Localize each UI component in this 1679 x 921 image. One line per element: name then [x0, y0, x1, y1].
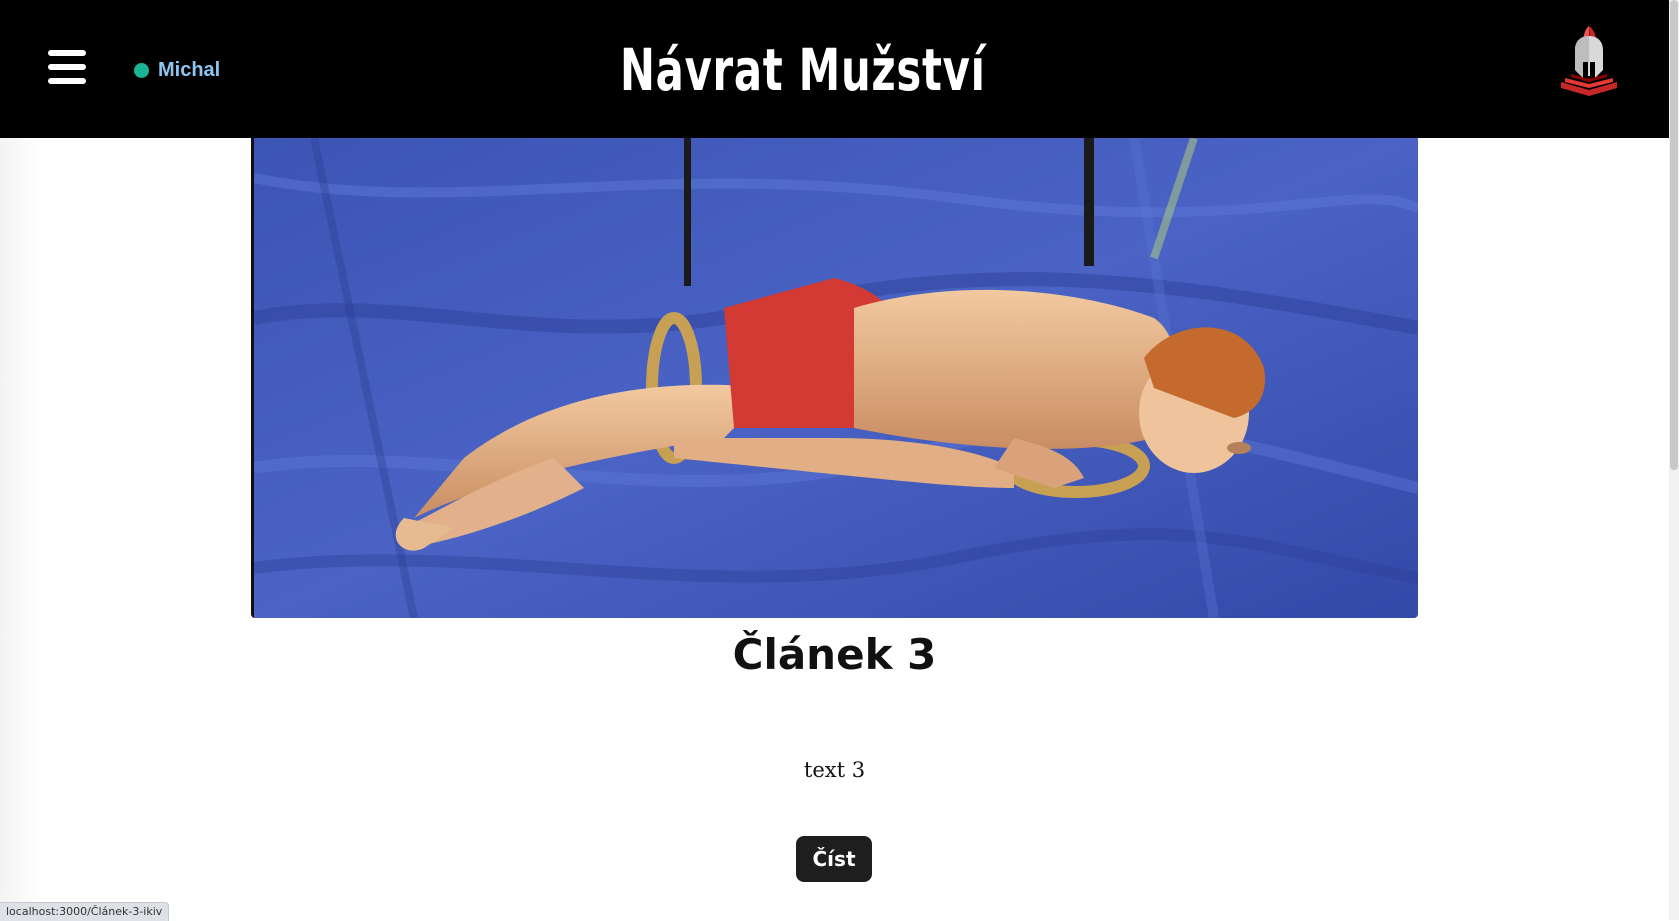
browser-status-url: localhost:3000/Článek-3-ikiv	[0, 902, 170, 921]
hamburger-menu-icon[interactable]	[48, 50, 86, 84]
read-button[interactable]: Číst	[796, 836, 872, 882]
spartan-helmet-logo-icon[interactable]	[1555, 24, 1623, 100]
article-title: Článek 3	[732, 630, 937, 679]
site-title[interactable]: Návrat Mužství	[620, 30, 985, 110]
article-hero-image	[251, 138, 1418, 618]
article-text: text 3	[803, 758, 866, 782]
page-left-shade	[0, 138, 40, 920]
scrollbar-thumb[interactable]	[1670, 0, 1678, 470]
online-status-dot	[134, 62, 149, 78]
user-indicator[interactable]: Michal	[134, 58, 220, 82]
vertical-scrollbar[interactable]	[1669, 0, 1679, 920]
top-navbar: Michal Návrat Mužství	[0, 0, 1669, 138]
user-name[interactable]: Michal	[158, 59, 220, 82]
